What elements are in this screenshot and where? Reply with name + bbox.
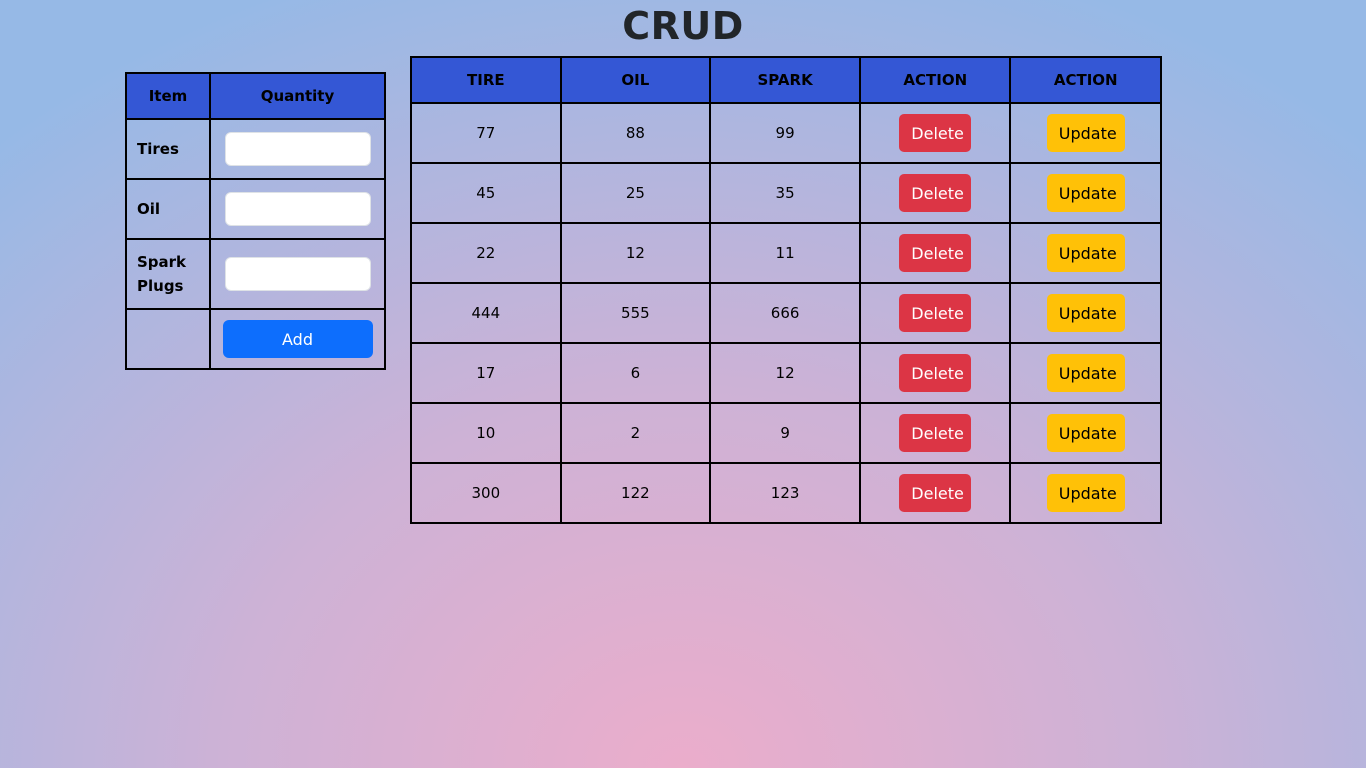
update-cell: Update (1009, 402, 1162, 464)
tire-cell: 17 (410, 342, 562, 404)
inventory-table: TIRE OIL SPARK ACTION ACTION 77 88 99 Delet… (410, 56, 1162, 524)
add-button[interactable]: Add (222, 320, 373, 358)
tire-cell: 77 (410, 102, 562, 164)
update-cell: Update (1009, 282, 1162, 344)
update-cell: Update (1009, 102, 1162, 164)
add-form-table: Item Quantity Tires Oil Spark Plugs Add (125, 72, 386, 370)
spark-cell: 9 (709, 402, 862, 464)
label-spark-plugs: Spark Plugs (125, 238, 211, 310)
delete-button[interactable]: Delete (899, 354, 972, 392)
delete-cell: Delete (859, 342, 1012, 404)
tires-input[interactable] (224, 132, 371, 166)
header-quantity: Quantity (209, 72, 386, 120)
spark-cell: 11 (709, 222, 862, 284)
table-row: 300 122 123 Delete Update (410, 462, 1162, 524)
update-button[interactable]: Update (1046, 474, 1125, 512)
empty-cell (125, 308, 211, 370)
spark-cell: 35 (709, 162, 862, 224)
table-row: 17 6 12 Delete Update (410, 342, 1162, 404)
delete-button[interactable]: Delete (899, 174, 972, 212)
label-oil: Oil (125, 178, 211, 240)
table-row: 10 2 9 Delete Update (410, 402, 1162, 464)
oil-cell: 88 (559, 102, 712, 164)
delete-button[interactable]: Delete (899, 234, 972, 272)
table-row: 77 88 99 Delete Update (410, 102, 1162, 164)
tire-cell: 300 (410, 462, 562, 524)
tire-cell: 10 (410, 402, 562, 464)
update-button[interactable]: Update (1046, 414, 1125, 452)
label-tires: Tires (125, 118, 211, 180)
oil-cell: 25 (559, 162, 712, 224)
header-spark: SPARK (709, 56, 862, 104)
table-row: 22 12 11 Delete Update (410, 222, 1162, 284)
header-action-delete: ACTION (859, 56, 1012, 104)
table-row: 45 25 35 Delete Update (410, 162, 1162, 224)
delete-button[interactable]: Delete (899, 294, 972, 332)
header-item: Item (125, 72, 211, 120)
oil-cell: 2 (559, 402, 712, 464)
update-button[interactable]: Update (1046, 294, 1125, 332)
header-tire: TIRE (410, 56, 562, 104)
header-action-update: ACTION (1009, 56, 1162, 104)
delete-cell: Delete (859, 402, 1012, 464)
oil-input[interactable] (224, 192, 371, 226)
oil-cell: 12 (559, 222, 712, 284)
delete-cell: Delete (859, 282, 1012, 344)
page-title: CRUD (622, 4, 744, 48)
oil-cell: 122 (559, 462, 712, 524)
update-button[interactable]: Update (1046, 354, 1125, 392)
tire-cell: 444 (410, 282, 562, 344)
spark-plugs-input[interactable] (224, 257, 371, 291)
table-row: 444 555 666 Delete Update (410, 282, 1162, 344)
update-button[interactable]: Update (1046, 234, 1125, 272)
update-cell: Update (1009, 162, 1162, 224)
oil-cell: 555 (559, 282, 712, 344)
delete-cell: Delete (859, 102, 1012, 164)
delete-cell: Delete (859, 462, 1012, 524)
update-cell: Update (1009, 342, 1162, 404)
update-button[interactable]: Update (1046, 174, 1125, 212)
update-button[interactable]: Update (1046, 114, 1125, 152)
delete-button[interactable]: Delete (899, 414, 972, 452)
spark-cell: 123 (709, 462, 862, 524)
delete-button[interactable]: Delete (899, 474, 972, 512)
delete-cell: Delete (859, 162, 1012, 224)
update-cell: Update (1009, 222, 1162, 284)
oil-cell: 6 (559, 342, 712, 404)
delete-cell: Delete (859, 222, 1012, 284)
spark-cell: 666 (709, 282, 862, 344)
tire-cell: 22 (410, 222, 562, 284)
header-oil: OIL (559, 56, 712, 104)
spark-cell: 99 (709, 102, 862, 164)
update-cell: Update (1009, 462, 1162, 524)
tire-cell: 45 (410, 162, 562, 224)
spark-cell: 12 (709, 342, 862, 404)
delete-button[interactable]: Delete (899, 114, 972, 152)
